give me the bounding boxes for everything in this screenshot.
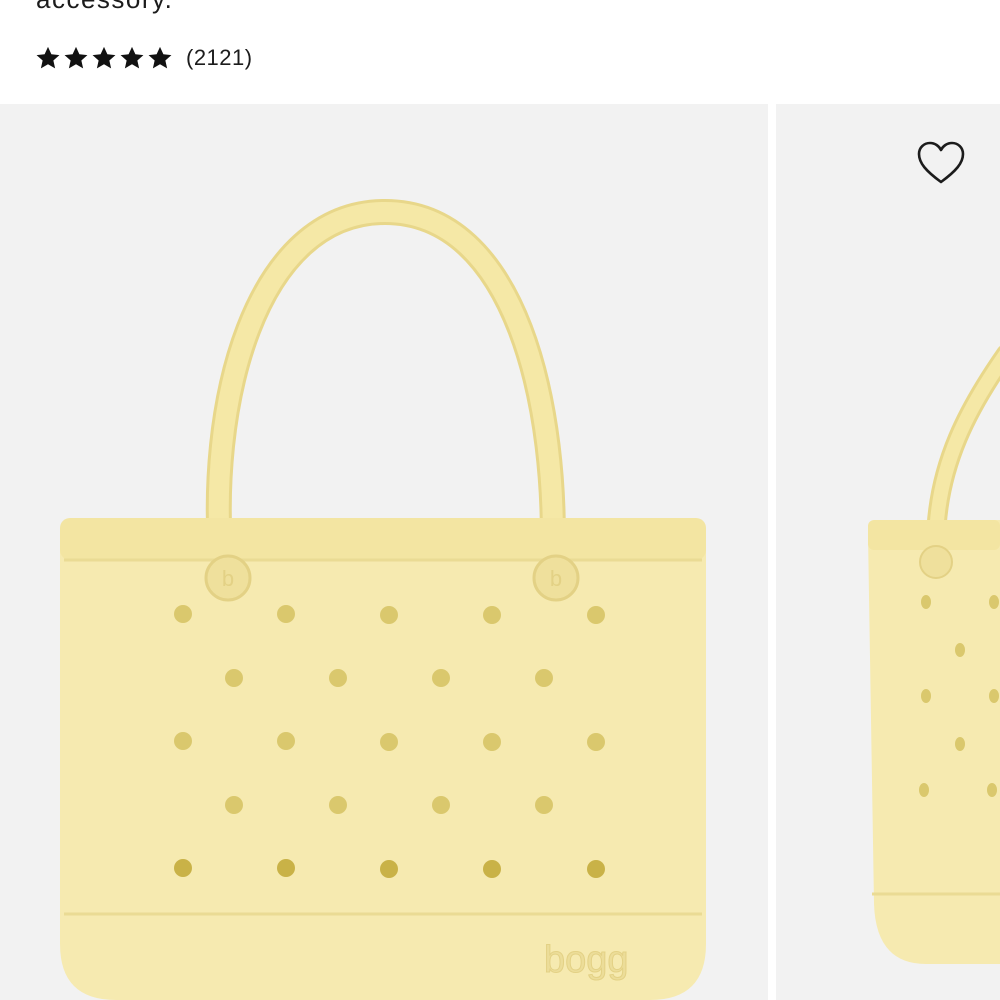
wishlist-heart-icon[interactable] — [916, 140, 966, 186]
product-page: accessory. (2121) — [0, 0, 1000, 1000]
star-icon — [148, 46, 172, 69]
svg-text:b: b — [550, 566, 562, 591]
gallery-slide-next[interactable] — [776, 104, 1000, 1000]
rating-stars — [34, 44, 174, 72]
review-count[interactable]: (2121) — [186, 45, 253, 71]
bag-product-image: b b — [60, 198, 706, 1000]
svg-text:b: b — [222, 566, 234, 591]
rating-summary[interactable]: (2121) — [34, 44, 253, 72]
product-image-gallery[interactable]: b b bogg — [0, 104, 1000, 1000]
svg-text:bogg: bogg — [544, 939, 629, 981]
star-icon — [36, 46, 60, 69]
star-icon — [120, 46, 144, 69]
product-description: accessory. — [36, 0, 173, 15]
gallery-slide-main[interactable]: b b bogg — [0, 104, 768, 1000]
star-icon — [64, 46, 88, 69]
bogg-logo: bogg — [544, 939, 630, 982]
star-icon — [92, 46, 116, 69]
bag-side-image — [868, 346, 1000, 964]
